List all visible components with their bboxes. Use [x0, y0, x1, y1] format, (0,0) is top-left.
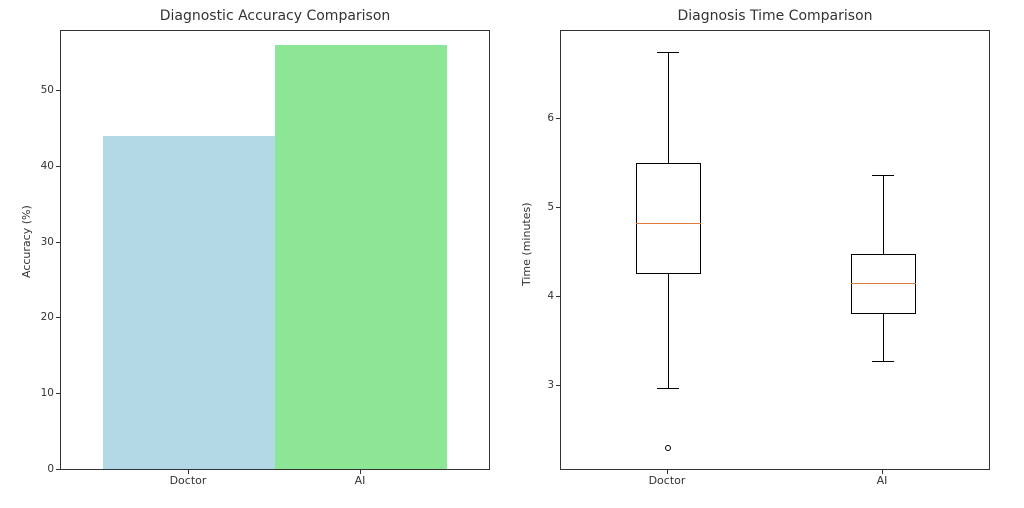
doctor-whisker-cap-upper — [657, 52, 679, 53]
bar-chart-axes — [60, 30, 490, 470]
tick-mark — [56, 317, 60, 318]
box-chart-axes — [560, 30, 990, 470]
figure: Diagnostic Accuracy Comparison Accuracy … — [0, 0, 1024, 508]
box-ytick-5: 5 — [530, 201, 554, 213]
tick-mark — [556, 296, 560, 297]
tick-mark — [56, 166, 60, 167]
bar-ytick-50: 50 — [30, 84, 54, 96]
tick-mark — [188, 470, 189, 474]
ai-whisker-lower — [883, 314, 884, 361]
tick-mark — [56, 393, 60, 394]
tick-mark — [882, 470, 883, 474]
ai-whisker-cap-lower — [872, 361, 894, 362]
tick-mark — [556, 118, 560, 119]
bar-chart-title: Diagnostic Accuracy Comparison — [60, 8, 490, 24]
bar-doctor — [103, 136, 275, 469]
tick-mark — [556, 207, 560, 208]
box-ytick-4: 4 — [530, 290, 554, 302]
box-xtick-ai: AI — [832, 474, 932, 487]
ai-whisker-cap-upper — [872, 175, 894, 176]
ai-median — [851, 283, 916, 284]
bar-xtick-doctor: Doctor — [138, 474, 238, 487]
tick-mark — [556, 385, 560, 386]
tick-mark — [56, 90, 60, 91]
tick-mark — [667, 470, 668, 474]
ai-box — [851, 254, 916, 314]
ai-whisker-upper — [883, 175, 884, 254]
doctor-whisker-cap-lower — [657, 388, 679, 389]
bar-ytick-20: 20 — [30, 311, 54, 323]
bar-ytick-40: 40 — [30, 160, 54, 172]
box-chart-title: Diagnosis Time Comparison — [560, 8, 990, 24]
box-xtick-doctor: Doctor — [617, 474, 717, 487]
doctor-median — [636, 223, 701, 224]
box-chart-ylabel: Time (minutes) — [520, 202, 533, 286]
doctor-box — [636, 163, 701, 274]
bar-ai — [275, 45, 447, 469]
bar-ytick-30: 30 — [30, 236, 54, 248]
box-ytick-6: 6 — [530, 112, 554, 124]
bar-ytick-10: 10 — [30, 387, 54, 399]
bar-ytick-0: 0 — [30, 463, 54, 475]
doctor-outlier — [665, 445, 671, 451]
tick-mark — [56, 242, 60, 243]
box-ytick-3: 3 — [530, 379, 554, 391]
tick-mark — [360, 470, 361, 474]
bar-xtick-ai: AI — [310, 474, 410, 487]
doctor-whisker-lower — [668, 274, 669, 388]
tick-mark — [56, 469, 60, 470]
doctor-whisker-upper — [668, 52, 669, 163]
